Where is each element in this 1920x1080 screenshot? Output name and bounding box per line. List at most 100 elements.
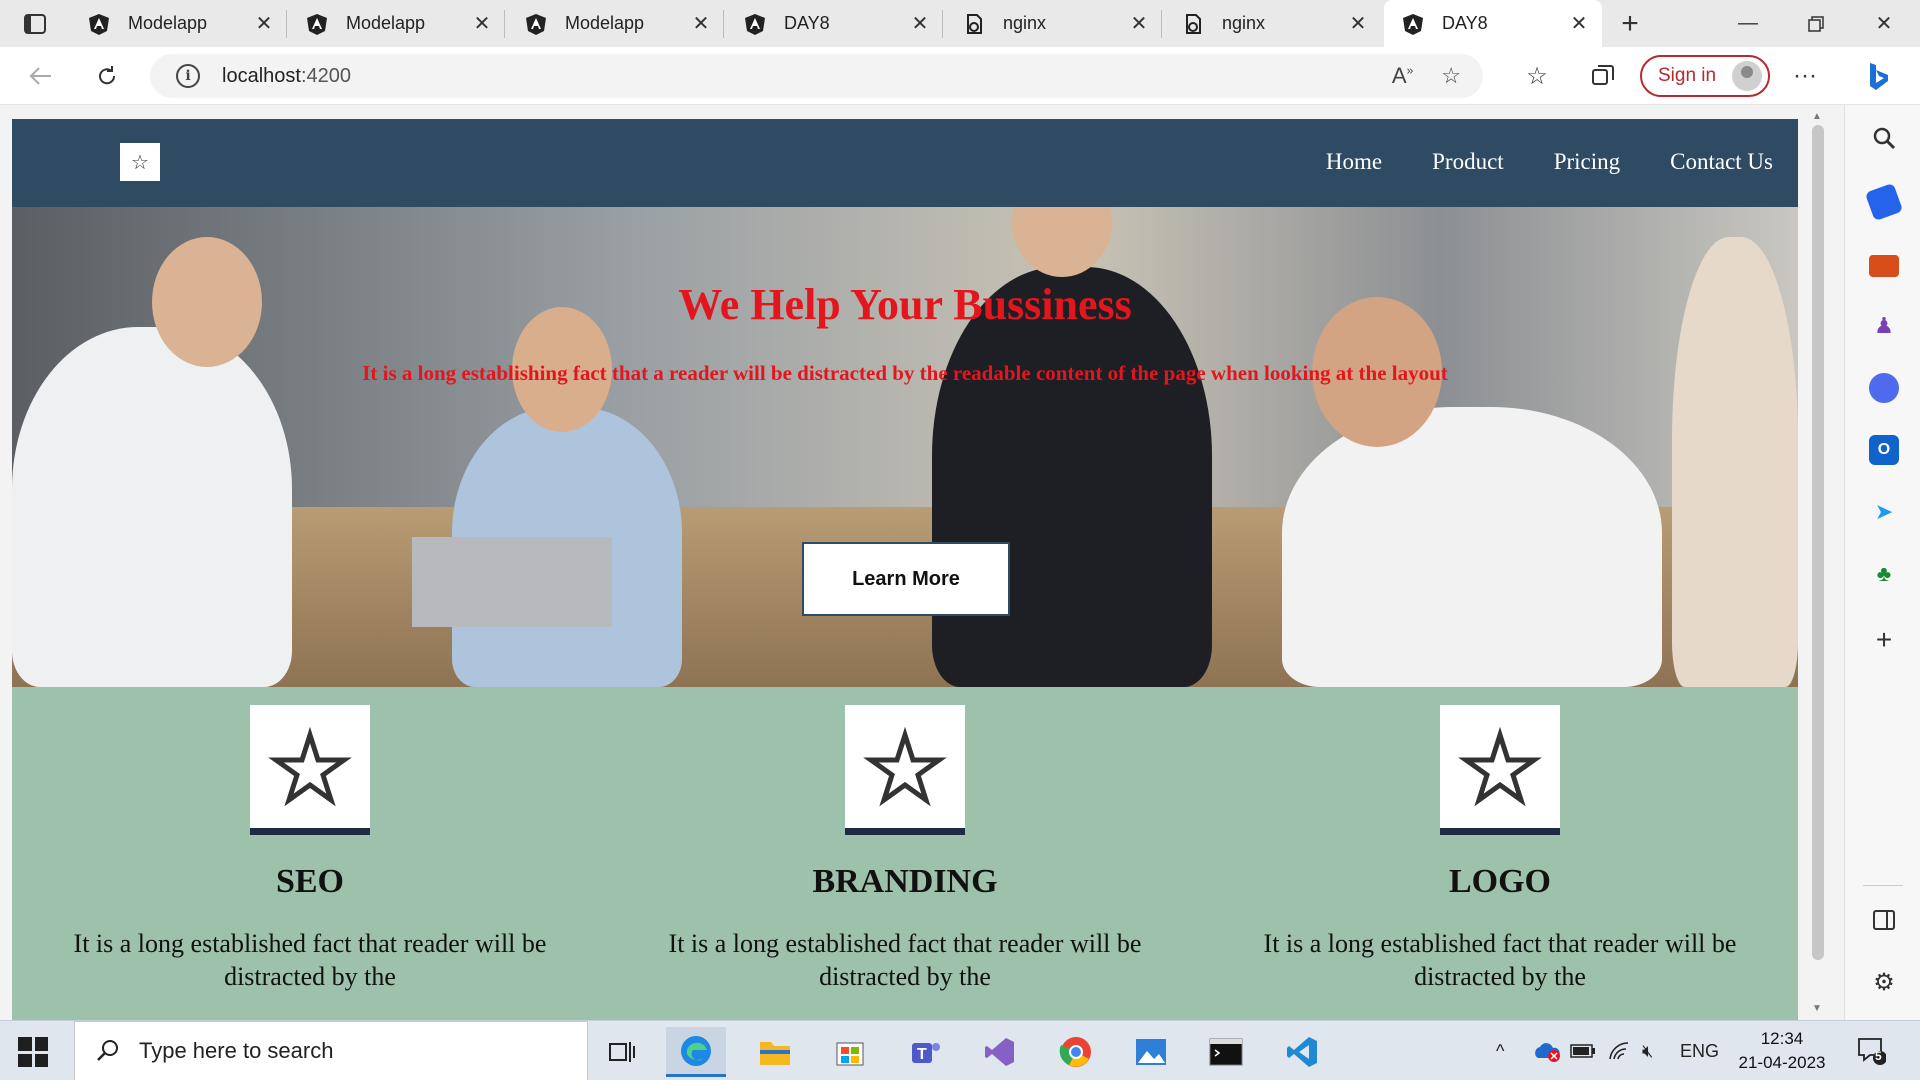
close-tab-icon[interactable]: ✕ (1570, 11, 1588, 36)
page-icon (1186, 13, 1201, 34)
edge-sidebar: ♟ O ➤ ♣ + ⚙ (1844, 105, 1920, 1020)
minimize-button[interactable]: — (1714, 0, 1782, 47)
onedrive-icon[interactable] (1532, 1021, 1562, 1080)
search-placeholder: Type here to search (139, 1038, 334, 1063)
nav-link-contact-us[interactable]: Contact Us (1670, 149, 1773, 175)
volume-muted-icon[interactable]: 🔇︎ (1642, 1021, 1653, 1080)
vscode-icon[interactable] (1272, 1027, 1332, 1077)
tab-day8-1[interactable]: DAY8 ✕ (726, 0, 943, 47)
ellipsis-icon: ··· (1793, 62, 1817, 89)
address-url[interactable]: localhost:4200 (222, 65, 351, 88)
close-tab-icon[interactable]: ✕ (692, 11, 710, 36)
show-hidden-icons[interactable]: ^ (1496, 1021, 1504, 1080)
close-tab-icon[interactable]: ✕ (1349, 11, 1367, 36)
star-icon (863, 726, 947, 807)
back-button[interactable] (22, 57, 60, 95)
taskbar-search-box[interactable]: Type here to search (74, 1021, 588, 1080)
read-aloud-icon[interactable]: A» (1392, 63, 1413, 89)
favorites-button[interactable]: ☆ (1518, 57, 1556, 95)
tab-title: Modelapp (346, 13, 426, 33)
vs-glyph (985, 1038, 1014, 1066)
tab-day8-active[interactable]: DAY8 ✕ (1384, 0, 1602, 47)
bing-icon (1870, 63, 1888, 90)
notification-center-icon[interactable]: 5 (1856, 1035, 1887, 1065)
copilot-icon[interactable] (1869, 373, 1899, 403)
close-tab-icon[interactable]: ✕ (1130, 11, 1148, 36)
visual-studio-icon[interactable] (970, 1027, 1030, 1077)
scroll-up-icon[interactable]: ▲ (1812, 111, 1822, 122)
service-image (845, 705, 965, 835)
settings-gear-icon[interactable]: ⚙ (1869, 967, 1899, 997)
search-glyph (1873, 127, 1896, 150)
tab-strip: Modelapp ✕ Modelapp ✕ Modelapp ✕ DAY8 ✕ … (0, 0, 1920, 47)
tab-actions-button[interactable] (10, 8, 60, 40)
address-bar[interactable]: i localhost:4200 A» ☆ (150, 54, 1483, 98)
task-view-icon[interactable] (592, 1027, 652, 1077)
search-icon (97, 1040, 118, 1061)
tools-icon[interactable] (1869, 255, 1899, 277)
split-screen-icon[interactable] (1869, 905, 1899, 935)
wifi-icon[interactable] (1608, 1021, 1632, 1080)
shopping-tag-icon[interactable] (1864, 182, 1904, 222)
language-indicator[interactable]: ENG (1680, 1021, 1719, 1080)
file-explorer-icon[interactable] (745, 1027, 805, 1077)
tab-modelapp-1[interactable]: Modelapp ✕ (70, 0, 287, 47)
clock-date: 21-04-2023 (1738, 1053, 1826, 1072)
page-viewport: ☆ Home Product Pricing Contact Us We Hel… (12, 119, 1798, 1020)
nav-link-pricing[interactable]: Pricing (1554, 149, 1620, 175)
edge-taskbar-icon[interactable] (666, 1027, 726, 1077)
teams-icon[interactable]: T (896, 1027, 956, 1077)
tab-title: nginx (1003, 13, 1047, 33)
folder-icon (760, 1042, 790, 1065)
page-scrollbar[interactable]: ▲ ▼ (1806, 105, 1830, 1020)
tab-nginx-2[interactable]: nginx ✕ (1164, 0, 1381, 47)
terminal-glyph (1209, 1038, 1243, 1066)
browser-toolbar: i localhost:4200 A» ☆ ☆ Sign in ··· (0, 47, 1920, 105)
search-icon[interactable] (1869, 123, 1899, 153)
more-menu-button[interactable]: ··· (1786, 57, 1824, 95)
add-sidebar-app-icon[interactable]: + (1869, 624, 1899, 655)
games-icon[interactable]: ♟ (1869, 311, 1899, 341)
site-logo[interactable]: ☆ (120, 143, 160, 181)
terminal-icon[interactable] (1196, 1027, 1256, 1077)
chrome-glyph (1059, 1037, 1091, 1067)
tab-title: DAY8 (784, 13, 830, 33)
collections-button[interactable] (1584, 57, 1622, 95)
reload-button[interactable] (88, 57, 126, 95)
tab-title: nginx (1222, 13, 1266, 33)
scroll-down-icon[interactable]: ▼ (1812, 1003, 1822, 1014)
site-info-icon[interactable]: i (176, 64, 200, 88)
bing-chat-button[interactable] (1854, 53, 1902, 101)
site-navbar: ☆ Home Product Pricing Contact Us (12, 119, 1798, 207)
chrome-icon[interactable] (1046, 1027, 1106, 1077)
close-tab-icon[interactable]: ✕ (473, 11, 491, 36)
photos-icon[interactable] (1121, 1027, 1181, 1077)
new-tab-button[interactable]: + (1612, 6, 1648, 42)
restore-button[interactable] (1782, 0, 1850, 47)
hero-section: We Help Your Bussiness It is a long esta… (12, 207, 1798, 687)
sign-in-button[interactable]: Sign in (1640, 55, 1770, 97)
tab-actions-icon (24, 14, 46, 34)
windows-start-icon[interactable] (18, 1037, 48, 1067)
angular-icon (1403, 13, 1423, 35)
taskbar-clock[interactable]: 12:34 21-04-2023 (1730, 1027, 1834, 1075)
learn-more-button[interactable]: Learn More (802, 542, 1010, 616)
close-window-button[interactable]: ✕ (1850, 0, 1918, 47)
send-icon[interactable]: ➤ (1869, 497, 1899, 527)
tab-modelapp-3[interactable]: Modelapp ✕ (507, 0, 724, 47)
service-text: It is a long established fact that reade… (1263, 929, 1737, 991)
page-icon (967, 13, 982, 34)
nav-link-product[interactable]: Product (1432, 149, 1504, 175)
close-tab-icon[interactable]: ✕ (255, 11, 273, 36)
sign-in-label: Sign in (1658, 65, 1717, 86)
outlook-icon[interactable]: O (1869, 435, 1899, 465)
battery-icon[interactable] (1570, 1021, 1596, 1080)
tree-icon[interactable]: ♣ (1869, 559, 1899, 589)
microsoft-store-icon[interactable] (820, 1027, 880, 1077)
add-favorite-icon[interactable]: ☆ (1441, 63, 1461, 89)
scroll-thumb[interactable] (1812, 125, 1824, 960)
tab-nginx-1[interactable]: nginx ✕ (945, 0, 1162, 47)
nav-link-home[interactable]: Home (1326, 149, 1382, 175)
close-tab-icon[interactable]: ✕ (911, 11, 929, 36)
tab-modelapp-2[interactable]: Modelapp ✕ (288, 0, 505, 47)
